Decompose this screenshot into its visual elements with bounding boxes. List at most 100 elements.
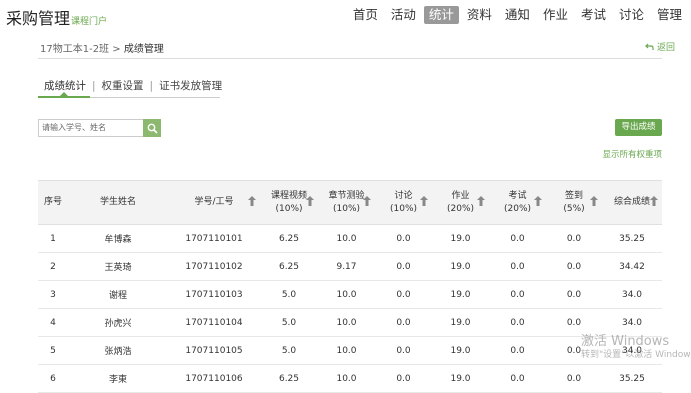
- table-row: 2 王英琦 1707110102 6.25 9.17 0.0 19.0 0.0 0.0 34.42: [38, 252, 662, 281]
- table-cell: 0.0: [489, 336, 546, 365]
- table-cell: 6.25: [260, 252, 318, 281]
- table-cell: 5.0: [260, 280, 318, 309]
- column-header[interactable]: 考试 (20%): [489, 180, 546, 225]
- sort-arrow-icon[interactable]: [533, 195, 543, 207]
- tab-weight-settings[interactable]: 权重设置: [96, 78, 150, 93]
- breadcrumb-current: 成绩管理: [123, 44, 164, 55]
- table-header-row: 序号 学生姓名 学号/工号 课程视频 (10%) 章节测验 (10%) 讨论 (10%) 作业 (2…: [38, 180, 662, 225]
- back-link[interactable]: 返回: [645, 40, 675, 53]
- table-cell: 19.0: [432, 280, 489, 309]
- brand-subtitle: 课程门户: [71, 17, 108, 27]
- table-row: 4 孙虎兴 1707110104 5.0 10.0 0.0 19.0 0.0 0.0 34.0: [38, 308, 662, 337]
- nav-exam[interactable]: 考试: [576, 6, 611, 24]
- search-button[interactable]: [143, 119, 161, 137]
- sort-arrow-icon[interactable]: [305, 195, 315, 207]
- sort-arrow-icon[interactable]: [247, 195, 257, 207]
- column-header[interactable]: 作业 (20%): [432, 180, 489, 225]
- table-cell: 5.0: [260, 308, 318, 337]
- table-cell: 34.42: [602, 252, 662, 281]
- table-cell: 0.0: [375, 224, 432, 253]
- column-header[interactable]: 学号/工号: [168, 180, 260, 225]
- brand-name: 采购管理: [6, 9, 71, 28]
- windows-watermark-hint: 转到"设置"以激活 Windows: [581, 350, 691, 360]
- table-cell: 0.0: [489, 364, 546, 393]
- column-header[interactable]: 章节测验 (10%): [318, 180, 375, 225]
- table-cell: 0.0: [375, 252, 432, 281]
- sort-arrow-icon[interactable]: [419, 195, 429, 207]
- table-row: 3 谢程 1707110103 5.0 10.0 0.0 19.0 0.0 0.0 34.0: [38, 280, 662, 309]
- table-cell: 19.0: [432, 336, 489, 365]
- column-header-label: 序号: [43, 197, 62, 207]
- table-cell: 5.0: [260, 336, 318, 365]
- table-cell: 35.25: [602, 224, 662, 253]
- table-cell: 牟博森: [68, 224, 168, 253]
- table-row: 5 张炳浩 1707110105 5.0 10.0 0.0 19.0 0.0 0.0 34.0: [38, 336, 662, 365]
- nav-discussion[interactable]: 讨论: [614, 6, 649, 24]
- table-cell: 34.0: [602, 280, 662, 309]
- search-input[interactable]: 请输入学号、姓名: [38, 119, 147, 137]
- column-header[interactable]: 课程视频 (10%): [260, 180, 318, 225]
- table-cell: 10.0: [318, 224, 375, 253]
- column-header[interactable]: 讨论 (10%): [375, 180, 432, 225]
- sort-arrow-icon[interactable]: [476, 195, 486, 207]
- table-cell: 0.0: [489, 224, 546, 253]
- show-all-weights-link[interactable]: 显示所有权重项: [602, 148, 662, 160]
- table-cell: 0.0: [375, 364, 432, 393]
- table-cell: 1707110102: [168, 252, 260, 281]
- table-cell: 9.17: [318, 252, 375, 281]
- table-cell: 6.25: [260, 224, 318, 253]
- divider: [38, 58, 662, 59]
- table-cell: 0.0: [546, 364, 602, 393]
- table-cell: 王英琦: [68, 252, 168, 281]
- breadcrumb-course[interactable]: 17物工本1-2班: [40, 44, 109, 55]
- table-cell: 19.0: [432, 252, 489, 281]
- export-grades-button[interactable]: 导出成绩: [615, 119, 662, 136]
- table-cell: 孙虎兴: [68, 308, 168, 337]
- nav-notices[interactable]: 通知: [500, 6, 535, 24]
- sort-arrow-icon[interactable]: [589, 195, 599, 207]
- table-cell: 6: [38, 364, 68, 393]
- table-cell: 0.0: [489, 280, 546, 309]
- sub-tabs: 成绩统计 | 权重设置 | 证书发放管理: [38, 78, 228, 93]
- nav-activity[interactable]: 活动: [386, 6, 421, 24]
- breadcrumb-separator: >: [112, 44, 121, 55]
- tab-certificate-management[interactable]: 证书发放管理: [153, 78, 228, 93]
- table-cell: 1707110101: [168, 224, 260, 253]
- column-header[interactable]: 签到 (5%): [546, 180, 602, 225]
- nav-statistics[interactable]: 统计: [423, 6, 459, 24]
- table-cell: 0.0: [546, 280, 602, 309]
- table-cell: 1707110106: [168, 364, 260, 393]
- nav-home[interactable]: 首页: [348, 6, 383, 24]
- sort-arrow-icon[interactable]: [362, 195, 372, 207]
- column-header: 学生姓名: [68, 180, 168, 225]
- table-cell: 1707110103: [168, 280, 260, 309]
- table-cell: 19.0: [432, 224, 489, 253]
- table-cell: 6.25: [260, 364, 318, 393]
- nav-homework[interactable]: 作业: [538, 6, 573, 24]
- table-cell: 0.0: [489, 252, 546, 281]
- brand-title[interactable]: 采购管理课程门户: [6, 5, 107, 29]
- table-cell: 谢程: [68, 280, 168, 309]
- tab-grade-stats[interactable]: 成绩统计: [38, 78, 92, 93]
- active-tab-indicator: [38, 96, 90, 98]
- table-cell: 3: [38, 280, 68, 309]
- column-header-label: 学生姓名: [99, 197, 136, 207]
- table-cell: 1707110105: [168, 336, 260, 365]
- table-row: 1 牟博森 1707110101 6.25 10.0 0.0 19.0 0.0 0.0 35.25: [38, 224, 662, 253]
- search-icon: [147, 123, 158, 134]
- table-cell: 李東: [68, 364, 168, 393]
- table-cell: 10.0: [318, 336, 375, 365]
- table-cell: 0.0: [375, 308, 432, 337]
- table-cell: 2: [38, 252, 68, 281]
- table-cell: 0.0: [546, 252, 602, 281]
- nav-materials[interactable]: 资料: [462, 6, 497, 24]
- sort-arrow-icon[interactable]: [649, 195, 659, 207]
- table-body: 1 牟博森 1707110101 6.25 10.0 0.0 19.0 0.0 0.0 35.25…: [38, 224, 662, 393]
- column-header-label: 学号/工号: [194, 197, 234, 207]
- table-cell: 1: [38, 224, 68, 253]
- column-header[interactable]: 综合成绩: [602, 180, 662, 225]
- table-cell: 4: [38, 308, 68, 337]
- column-header: 序号: [38, 180, 68, 225]
- table-cell: 1707110104: [168, 308, 260, 337]
- nav-manage[interactable]: 管理: [652, 6, 687, 24]
